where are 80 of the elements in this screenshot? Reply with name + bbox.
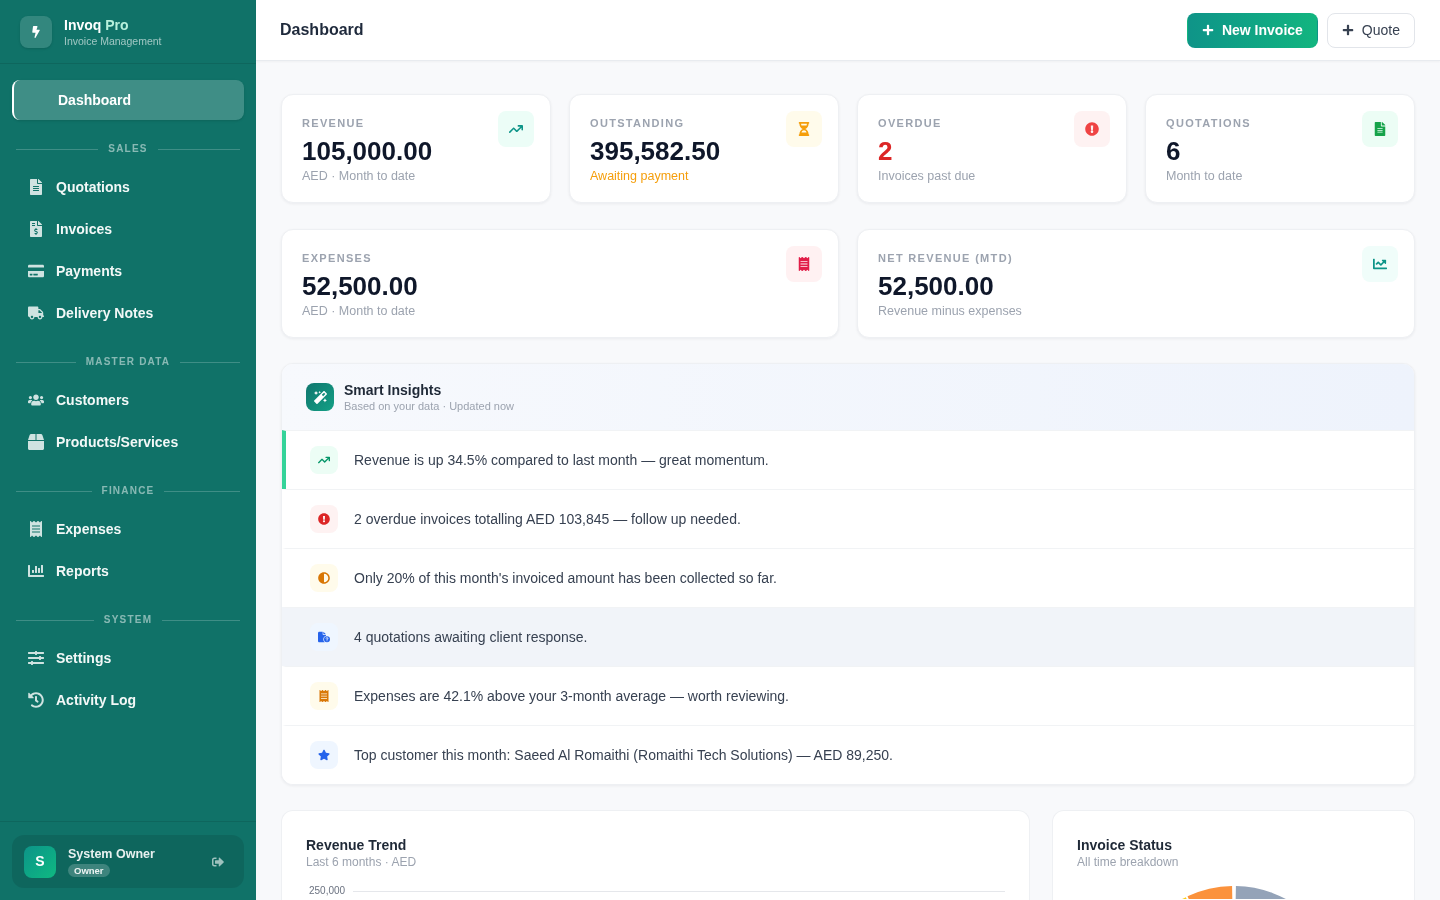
stat-note: AED · Month to date [302,303,416,319]
insight-text: Top customer this month: Saeed Al Romaithi (Romaithi Tech Solutions) — AED 89,250. [354,746,893,765]
chart-subtitle: All time breakdown [1077,854,1179,870]
nav-item[interactable]: Customers [12,380,244,420]
panel-subtitle: Based on your data · Updated now [344,398,514,414]
chart-title: Revenue Trend [306,836,407,854]
sliders-icon [28,650,44,666]
nav-item[interactable]: Products/Services [12,422,244,462]
invoice-icon [28,221,44,237]
stat-value: 2 [878,135,893,168]
stat-value: 52,500.00 [878,270,994,303]
trend-up-icon [310,446,338,474]
chart-title: Invoice Status [1077,836,1172,854]
nav-item[interactable]: Activity Log [12,680,244,720]
new-invoice-button[interactable]: New Invoice [1186,12,1318,48]
stat-label: OVERDUE [878,116,942,131]
insight-text: Revenue is up 34.5% compared to last month — great momentum. [354,451,769,470]
stat-note: Awaiting payment [590,168,689,184]
panel-title: Smart Insights [344,380,442,399]
receipt-icon [310,682,338,710]
stat-label: OUTSTANDING [590,116,685,131]
user-name: System Owner [68,846,155,862]
line-chart-icon [1362,246,1398,282]
role-badge: Owner [68,864,110,877]
history-icon [28,692,44,708]
star-icon [310,741,338,769]
stat-note: Revenue minus expenses [878,303,1022,319]
app-tagline: Invoice Management [64,33,162,48]
stat-note: Month to date [1166,168,1243,184]
nav-item[interactable]: Reports [12,551,244,591]
stat-label: EXPENSES [302,251,372,266]
document-icon [28,179,44,195]
stat-value: 6 [1166,135,1181,168]
bolt-icon [20,15,52,48]
insight-text: Only 20% of this month's invoiced amount has been collected so far. [354,569,777,588]
insight-text: 2 overdue invoices totalling AED 103,845 — follow up needed. [354,510,741,529]
quote-button[interactable]: Quote [1326,12,1415,48]
stat-label: NET REVENUE (MTD) [878,251,1013,266]
stat-value: 395,582.50 [590,135,721,168]
section-heading: MASTER DATA [85,355,171,369]
magic-wand-icon [306,383,334,411]
document-icon [1362,111,1398,147]
stat-value: 105,000.00 [302,135,433,168]
alert-icon [310,505,338,533]
box-icon [28,434,44,450]
logout-icon[interactable] [212,855,224,868]
stat-note: AED · Month to date [302,168,416,184]
stat-value: 52,500.00 [302,270,418,303]
receipt-icon [786,246,822,282]
credit-card-icon [28,263,44,279]
stat-label: QUOTATIONS [1166,116,1251,131]
plus-icon [1201,24,1214,36]
document-question-icon [310,623,338,651]
alert-icon [1074,111,1110,147]
nav-item[interactable]: Quotations [12,167,244,207]
users-icon [28,392,44,408]
section-heading: SALES [108,142,148,156]
insight-text: 4 quotations awaiting client response. [354,628,588,647]
section-heading: FINANCE [101,484,155,498]
stat-label: REVENUE [302,116,365,131]
bar-chart-icon [28,563,44,579]
chart-subtitle: Last 6 months · AED [306,854,417,870]
nav-item[interactable]: Dashboard [12,80,244,120]
nav-item[interactable]: Invoices [12,209,244,249]
axis-label: 250,000 [309,885,346,897]
plus-icon [1341,24,1354,36]
nav-item[interactable]: Expenses [12,509,244,549]
nav-item[interactable]: Payments [12,251,244,291]
user-avatar: S [24,845,56,878]
insight-text: Expenses are 42.1% above your 3-month average — worth reviewing. [354,687,789,706]
hourglass-icon [786,111,822,147]
stat-note: Invoices past due [878,168,976,184]
receipt-icon [28,521,44,537]
section-heading: SYSTEM [103,613,153,627]
nav-item[interactable]: Delivery Notes [12,293,244,333]
app-name: Invoq Pro [64,15,129,34]
truck-icon [28,305,44,321]
trend-up-icon [498,111,534,147]
page-title: Dashboard [280,20,364,40]
nav-item[interactable]: Settings [12,638,244,678]
